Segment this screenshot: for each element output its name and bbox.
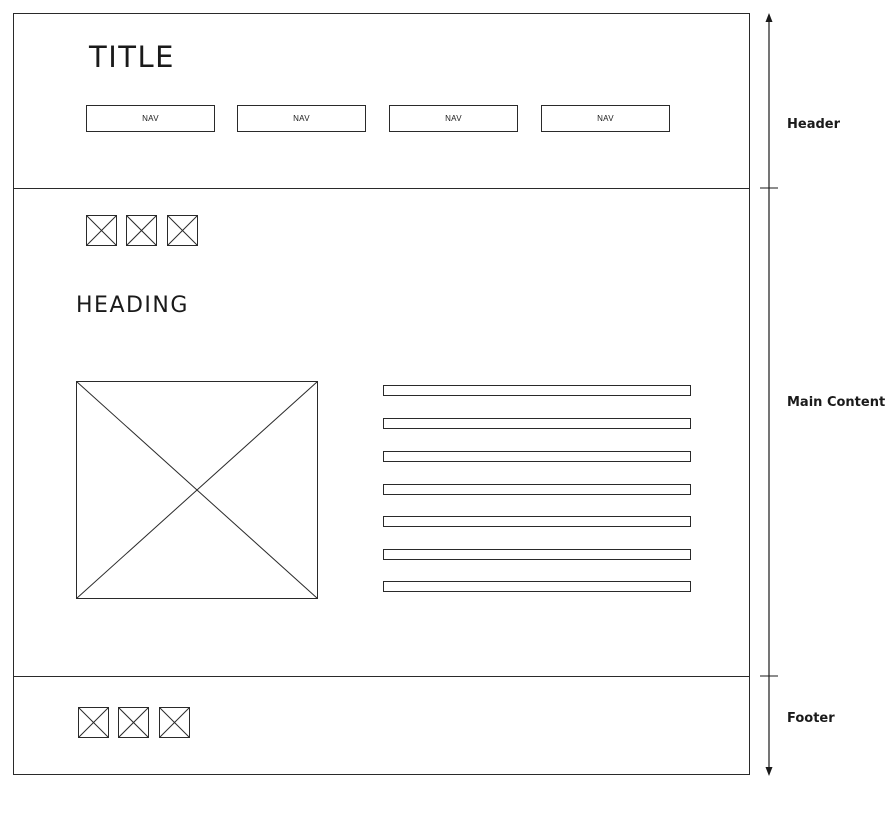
footer-annotation-label: Footer [787,711,835,726]
dimension-annotation [760,13,778,776]
arrow-down-icon [765,767,773,776]
main-content-annotation-label: Main Content [787,395,886,410]
header-annotation-label: Header [787,117,841,132]
arrow-up-icon [765,13,773,22]
